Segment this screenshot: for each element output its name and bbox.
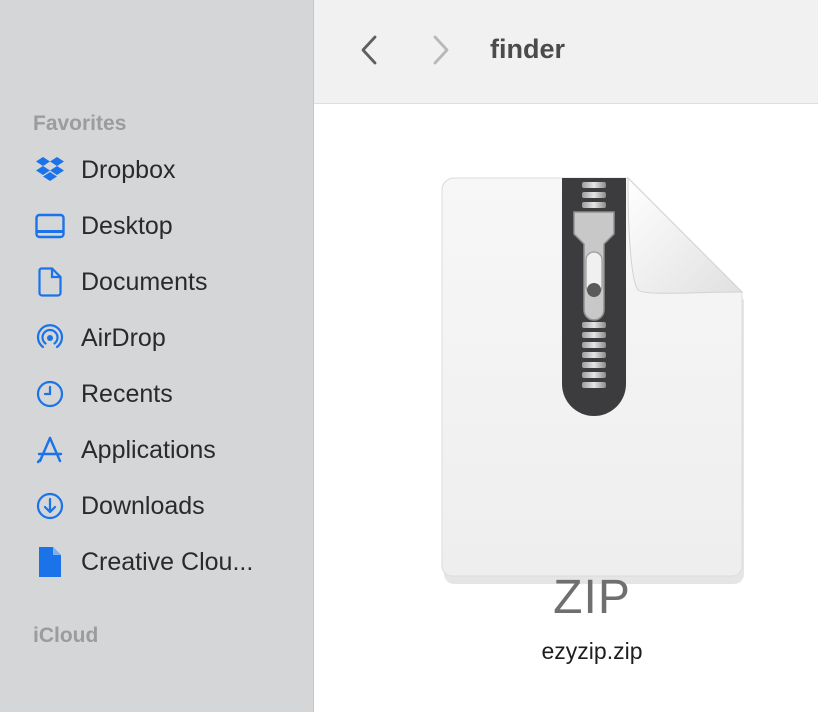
sidebar: Favorites Dropbox Desktop Documents AirD… xyxy=(0,0,314,712)
sidebar-item-label: Downloads xyxy=(81,492,205,520)
sidebar-item-downloads[interactable]: Downloads xyxy=(0,480,313,530)
file-icon xyxy=(35,547,65,577)
forward-button[interactable] xyxy=(426,32,456,72)
document-icon xyxy=(35,267,65,297)
icloud-header: iCloud xyxy=(33,624,99,647)
file-name: ezyzip.zip xyxy=(541,638,643,664)
sidebar-item-label: Recents xyxy=(81,380,173,408)
sidebar-item-label: Dropbox xyxy=(81,156,176,184)
sidebar-item-documents[interactable]: Documents xyxy=(0,256,313,306)
sidebar-item-applications[interactable]: Applications xyxy=(0,424,313,474)
clock-icon xyxy=(35,379,65,409)
sidebar-item-label: Desktop xyxy=(81,212,173,240)
sidebar-item-airdrop[interactable]: AirDrop xyxy=(0,312,313,362)
sidebar-item-creative-cloud[interactable]: Creative Clou... xyxy=(0,536,313,586)
file-item[interactable]: ZIP ezyzip.zip xyxy=(432,172,752,672)
sidebar-item-label: Applications xyxy=(81,436,216,464)
sidebar-item-recents[interactable]: Recents xyxy=(0,368,313,418)
finder-window: Favorites Dropbox Desktop Documents AirD… xyxy=(0,0,818,712)
desktop-icon xyxy=(35,211,65,241)
chevron-right-icon xyxy=(431,34,451,71)
back-button[interactable] xyxy=(354,32,384,72)
chevron-left-icon xyxy=(359,34,379,71)
sidebar-item-label: Documents xyxy=(81,268,208,296)
dropbox-icon xyxy=(35,155,65,185)
file-type-badge: ZIP xyxy=(553,571,631,624)
favorites-header: Favorites xyxy=(33,112,127,135)
zip-archive-icon xyxy=(432,172,752,597)
sidebar-item-desktop[interactable]: Desktop xyxy=(0,200,313,250)
file-browser-content: ZIP ezyzip.zip xyxy=(314,104,818,712)
sidebar-item-label: Creative Clou... xyxy=(81,548,254,576)
sidebar-item-dropbox[interactable]: Dropbox xyxy=(0,144,313,194)
window-title: finder xyxy=(490,34,566,64)
toolbar: finder xyxy=(314,0,818,104)
applications-icon xyxy=(35,435,65,465)
download-icon xyxy=(35,491,65,521)
airdrop-icon xyxy=(35,323,65,353)
sidebar-item-label: AirDrop xyxy=(81,324,166,352)
